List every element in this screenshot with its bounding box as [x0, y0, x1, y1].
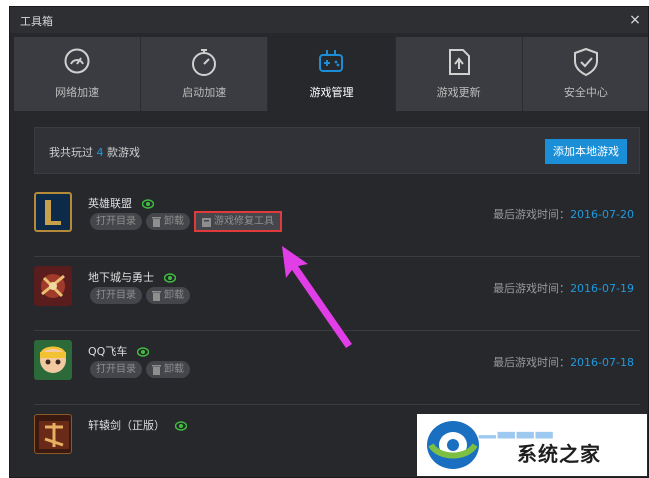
uninstall-button[interactable]: 卸载	[146, 361, 190, 378]
game-count-text: 我共玩过 4 款游戏	[49, 144, 140, 160]
open-directory-button[interactable]: 打开目录	[90, 361, 142, 378]
window-title: 工具箱	[20, 15, 53, 28]
game-actions: 打开目录 卸载	[90, 287, 190, 304]
uninstall-label: 卸载	[164, 364, 184, 375]
watermark-text: 系统之家	[517, 442, 601, 466]
game-count: 4	[96, 146, 104, 159]
game-icon-qqspeed	[34, 340, 72, 380]
last-play-date: 2016-07-19	[570, 282, 634, 295]
last-play-time: 最后游戏时间：2016-07-18	[493, 354, 634, 370]
game-name-text: 英雄联盟	[88, 197, 132, 210]
annotation-arrow-icon	[282, 246, 352, 348]
tab-bar: 网络加速 启动加速 游戏管理 游戏更新 安全中心	[14, 37, 648, 111]
game-name: 轩辕剑（正版）	[88, 417, 187, 433]
tab-security-center[interactable]: 安全中心	[522, 37, 648, 111]
tab-game-management[interactable]: 游戏管理	[268, 37, 396, 111]
last-play-date: 2016-07-18	[570, 356, 634, 369]
eye-icon[interactable]	[141, 199, 154, 209]
trash-icon	[152, 290, 161, 301]
game-name-text: 地下城与勇士	[88, 271, 154, 284]
uninstall-button[interactable]: 卸载	[146, 287, 190, 304]
eye-icon[interactable]	[163, 273, 176, 283]
uninstall-label: 卸载	[164, 290, 184, 301]
open-directory-button[interactable]: 打开目录	[90, 213, 142, 230]
eye-icon[interactable]	[136, 347, 149, 357]
tab-network-boost[interactable]: 网络加速	[14, 37, 142, 111]
uninstall-button[interactable]: 卸载	[146, 213, 190, 230]
game-name-text: 轩辕剑（正版）	[88, 419, 165, 432]
trash-icon	[152, 364, 161, 375]
last-play-label: 最后游戏时间：	[493, 208, 571, 221]
tab-label: 游戏管理	[309, 86, 354, 99]
last-play-label: 最后游戏时间：	[493, 356, 571, 369]
speedometer-icon	[64, 48, 90, 74]
last-play-date: 2016-07-20	[570, 208, 634, 221]
game-icon-lol	[34, 192, 72, 232]
watermark: ▁▂▂▂ 系统之家	[417, 414, 647, 476]
game-actions: 打开目录 卸载	[90, 361, 190, 378]
trash-icon	[152, 216, 161, 227]
last-play-time: 最后游戏时间：2016-07-20	[493, 206, 634, 222]
repair-label: 游戏修复工具	[214, 216, 274, 227]
last-play-time: 最后游戏时间：2016-07-19	[493, 280, 634, 296]
game-actions: 打开目录 卸载 游戏修复工具	[90, 211, 282, 232]
game-name: QQ飞车	[88, 343, 149, 359]
shield-check-icon	[573, 47, 598, 77]
upload-file-icon	[448, 49, 470, 75]
watermark-ghost-text: ▁▂▂▂	[479, 414, 555, 439]
game-name: 英雄联盟	[88, 195, 154, 211]
game-icon-xuanyuan	[34, 414, 72, 454]
stopwatch-icon	[192, 49, 217, 76]
title-bar: 工具箱 ×	[10, 7, 648, 33]
eye-icon[interactable]	[174, 421, 187, 431]
game-name-text: QQ飞车	[88, 345, 128, 358]
repair-tool-icon	[202, 217, 211, 227]
uninstall-label: 卸载	[164, 216, 184, 227]
tab-game-update[interactable]: 游戏更新	[395, 37, 523, 111]
last-play-label: 最后游戏时间：	[493, 282, 571, 295]
tab-label: 安全中心	[563, 86, 608, 99]
tab-label: 游戏更新	[436, 86, 481, 99]
watermark-logo-icon	[427, 421, 479, 469]
close-icon[interactable]: ×	[624, 9, 646, 31]
gamepad-icon	[319, 50, 344, 72]
tab-label: 网络加速	[55, 86, 100, 99]
open-directory-button[interactable]: 打开目录	[90, 287, 142, 304]
summary-suffix: 款游戏	[107, 146, 140, 159]
summary-prefix: 我共玩过	[49, 146, 93, 159]
game-summary-bar: 我共玩过 4 款游戏 添加本地游戏	[34, 127, 640, 174]
game-name: 地下城与勇士	[88, 269, 176, 285]
tab-startup-boost[interactable]: 启动加速	[141, 37, 269, 111]
tab-label: 启动加速	[182, 86, 227, 99]
add-local-game-button[interactable]: 添加本地游戏	[545, 139, 627, 164]
game-repair-tool-button[interactable]: 游戏修复工具	[194, 211, 282, 232]
game-icon-dnf	[34, 266, 72, 306]
